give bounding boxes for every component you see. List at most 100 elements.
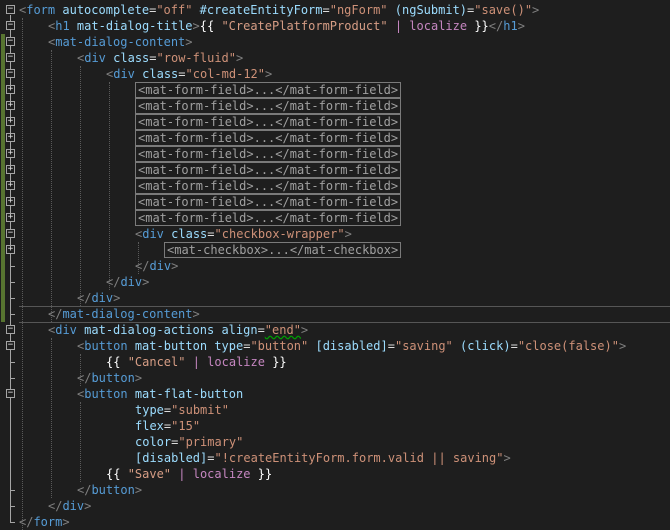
code-token: [disabled]	[135, 451, 208, 465]
block-separator	[19, 306, 670, 307]
expand-icon[interactable]: +	[6, 133, 15, 142]
code-line[interactable]: </div>	[48, 498, 91, 514]
code-token: >	[134, 483, 143, 497]
code-line[interactable]: <mat-dialog-content>	[48, 34, 193, 50]
code-line[interactable]: type="submit"	[135, 402, 229, 418]
expand-icon[interactable]: +	[6, 181, 15, 190]
code-line[interactable]: <button mat-flat-button	[77, 386, 243, 402]
code-token: "save()"	[474, 3, 533, 17]
code-token: color	[135, 435, 172, 449]
code-line[interactable]: <button mat-button type="button" [disabl…	[77, 338, 626, 354]
collapse-icon[interactable]: −	[6, 389, 15, 398]
collapsed-region[interactable]: <mat-form-field>...</mat-form-field>	[135, 178, 402, 194]
code-line[interactable]: <mat-form-field>...</mat-form-field>	[135, 130, 402, 146]
code-token: </	[77, 291, 92, 305]
code-line[interactable]: {{ "Save" | localize }}	[106, 466, 272, 482]
collapse-icon[interactable]: −	[6, 5, 15, 14]
code-line[interactable]: <div class="checkbox-wrapper">	[135, 226, 352, 242]
code-line[interactable]: <form autocomplete="off" #createEntityFo…	[19, 2, 539, 18]
expand-icon[interactable]: +	[6, 213, 15, 222]
code-token: mat-button	[134, 339, 208, 353]
code-line[interactable]: </div>	[135, 258, 178, 274]
code-token: >	[517, 19, 525, 33]
code-token: {{	[199, 19, 222, 33]
expand-icon[interactable]: +	[6, 117, 15, 126]
code-line[interactable]: </form>	[19, 514, 70, 530]
expand-icon[interactable]: +	[6, 149, 15, 158]
code-token: [disabled]	[315, 339, 388, 353]
code-line[interactable]: <mat-form-field>...</mat-form-field>	[135, 98, 402, 114]
code-line[interactable]: {{ "Cancel" | localize }}	[106, 354, 287, 370]
code-line[interactable]: <mat-checkbox>...</mat-checkbox>	[164, 242, 402, 258]
change-indicator	[1, 34, 5, 322]
code-line[interactable]: <div mat-dialog-actions align="end">	[48, 322, 308, 338]
code-line[interactable]: <mat-form-field>...</mat-form-field>	[135, 210, 402, 226]
collapsed-region[interactable]: <mat-form-field>...</mat-form-field>	[135, 114, 402, 130]
code-line[interactable]: <mat-form-field>...</mat-form-field>	[135, 146, 402, 162]
code-token: div	[113, 67, 135, 81]
code-area[interactable]: <form autocomplete="off" #createEntityFo…	[19, 0, 670, 530]
collapsed-region[interactable]: <mat-form-field>...</mat-form-field>	[135, 82, 402, 98]
code-line[interactable]: <mat-form-field>...</mat-form-field>	[135, 178, 402, 194]
collapse-icon[interactable]: −	[6, 69, 15, 78]
code-line[interactable]: flex="15"	[135, 418, 200, 434]
collapse-icon[interactable]: −	[6, 229, 15, 238]
code-token: </	[488, 19, 504, 33]
collapse-icon[interactable]: −	[6, 37, 15, 46]
code-token: =	[510, 339, 518, 353]
code-line[interactable]: </div>	[106, 274, 149, 290]
code-token: "end"	[264, 323, 301, 337]
code-token: class	[142, 67, 179, 81]
collapse-icon[interactable]: −	[6, 325, 15, 334]
expand-icon[interactable]: +	[6, 85, 15, 94]
code-line[interactable]: <mat-form-field>...</mat-form-field>	[135, 194, 402, 210]
code-token: (ngSubmit)	[394, 3, 468, 17]
collapse-icon[interactable]: −	[6, 21, 15, 30]
code-line[interactable]: <div class="col-md-12">	[106, 66, 272, 82]
code-line[interactable]: <h1 mat-dialog-title>{{ "CreatePlatformP…	[48, 18, 525, 34]
expand-icon[interactable]: +	[6, 245, 15, 254]
collapsed-region[interactable]: <mat-checkbox>...</mat-checkbox>	[164, 242, 402, 258]
code-token: </	[48, 499, 63, 513]
code-line[interactable]: color="primary"	[135, 434, 243, 450]
collapsed-region[interactable]: <mat-form-field>...</mat-form-field>	[135, 98, 402, 114]
code-token: =	[387, 339, 395, 353]
expand-icon[interactable]: +	[6, 165, 15, 174]
collapse-icon[interactable]: −	[6, 53, 15, 62]
code-token: >	[113, 291, 121, 305]
collapsed-region[interactable]: <mat-form-field>...</mat-form-field>	[135, 130, 402, 146]
code-line[interactable]: </div>	[77, 290, 120, 306]
fold-end-mark	[10, 282, 15, 283]
code-token: >	[142, 275, 150, 289]
collapsed-region[interactable]: <mat-form-field>...</mat-form-field>	[135, 194, 402, 210]
code-token: "close(false)"	[517, 339, 619, 353]
code-token: "CreatePlatformProduct"	[221, 19, 388, 33]
code-line[interactable]: [disabled]="!createEntityForm.form.valid…	[135, 450, 511, 466]
collapsed-region[interactable]: <mat-form-field>...</mat-form-field>	[135, 162, 402, 178]
code-line[interactable]: </button>	[77, 370, 142, 386]
code-line[interactable]: <div class="row-fluid">	[77, 50, 243, 66]
expand-icon[interactable]: +	[6, 101, 15, 110]
code-token: =	[149, 51, 157, 65]
code-token: "row-fluid"	[156, 51, 236, 65]
collapsed-region[interactable]: <mat-form-field>...</mat-form-field>	[135, 146, 402, 162]
code-token: >	[185, 35, 193, 49]
code-line[interactable]: <mat-form-field>...</mat-form-field>	[135, 114, 402, 130]
code-token: }}	[250, 467, 273, 481]
code-line[interactable]: </mat-dialog-content>	[48, 306, 200, 322]
code-token: </	[135, 259, 150, 273]
expand-icon[interactable]: +	[6, 197, 15, 206]
collapsed-region[interactable]: <mat-form-field>...</mat-form-field>	[135, 210, 402, 226]
code-token: div	[91, 291, 114, 305]
code-token: mat-dialog-content	[55, 35, 186, 49]
code-line[interactable]: <mat-form-field>...</mat-form-field>	[135, 162, 402, 178]
code-token: mat-dialog-actions	[84, 323, 215, 337]
collapse-icon[interactable]: −	[6, 341, 15, 350]
block-separator	[19, 322, 670, 323]
code-line[interactable]: </button>	[77, 482, 142, 498]
code-line[interactable]: <mat-form-field>...</mat-form-field>	[135, 82, 402, 98]
